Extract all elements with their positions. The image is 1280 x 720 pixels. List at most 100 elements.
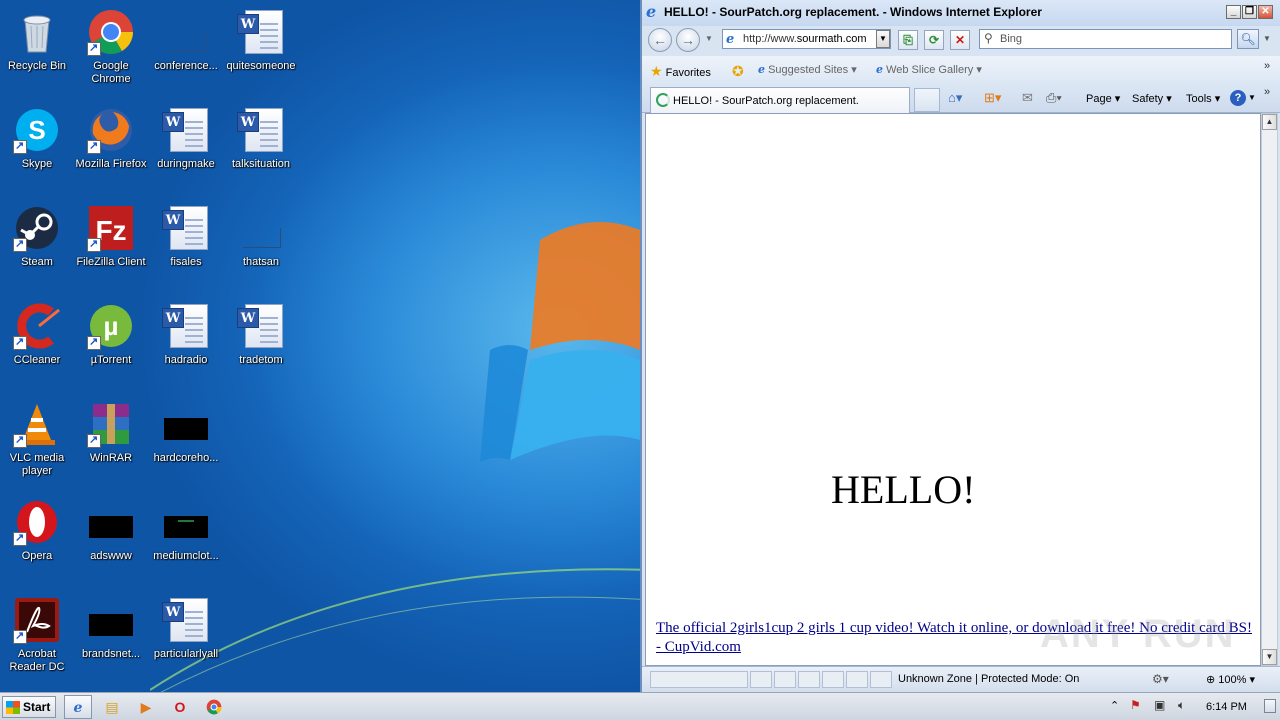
desktop-icon-google-chrome[interactable]: Google Chrome <box>74 2 148 98</box>
protected-mode-icon[interactable]: ⚙▾ <box>1152 672 1169 686</box>
page-heading: HELLO! <box>831 467 976 512</box>
stop-icon[interactable]: ✕ <box>950 30 970 50</box>
mail-icon[interactable]: ✉ <box>1022 90 1033 106</box>
action-center-icon[interactable]: ⚑ <box>1130 698 1141 712</box>
desktop-icon-thatsan[interactable]: thatsan <box>224 198 298 294</box>
help-dropdown-icon[interactable]: ▼ <box>1248 93 1256 102</box>
desktop-icon-label: µTorrent <box>90 354 132 366</box>
chrome-icon <box>87 8 135 56</box>
restore-button[interactable]: ❐ <box>1242 5 1257 19</box>
recycle-bin-icon <box>13 8 61 56</box>
minimize-button[interactable]: _ <box>1226 5 1241 19</box>
search-options-dropdown-icon[interactable]: ▼ <box>1263 34 1271 43</box>
shortcut-arrow-icon <box>87 335 101 350</box>
desktop-icon-hadradio[interactable]: W hadradio <box>149 296 223 392</box>
taskbar-chrome-icon[interactable] <box>200 695 228 719</box>
status-segment <box>750 671 772 688</box>
desktop-icon-filezilla[interactable]: Fz FileZilla Client <box>74 198 148 294</box>
forward-button[interactable]: → <box>676 28 700 52</box>
filezilla-icon: Fz <box>87 204 135 252</box>
favorites-button[interactable]: ★ Favorites <box>650 63 711 80</box>
security-zone-label: Unknown Zone | Protected Mode: On <box>898 673 1080 685</box>
network-icon[interactable]: ▣ <box>1154 698 1165 712</box>
new-tab-button[interactable] <box>914 88 940 112</box>
print-icon[interactable]: ⎙▾ <box>1046 90 1062 106</box>
scroll-down-button[interactable]: ▼ <box>1262 649 1277 665</box>
desktop-icon-label: WinRAR <box>89 452 133 464</box>
volume-icon[interactable]: 🔈︎ <box>1178 698 1185 713</box>
search-button[interactable]: 🔍︎ <box>1237 29 1259 49</box>
favorites-star-icon: ★ <box>650 63 663 79</box>
show-desktop-button[interactable] <box>1264 699 1276 713</box>
desktop-icon-steam[interactable]: Steam <box>0 198 74 294</box>
zoom-level[interactable]: ⊕ 100% ▾ <box>1206 673 1255 686</box>
shortcut-arrow-icon <box>13 139 27 154</box>
suggested-sites-link[interactable]: e Suggested Sites ▾ <box>758 63 857 76</box>
desktop-icon-firefox[interactable]: Mozilla Firefox <box>74 100 148 196</box>
web-slice-gallery-link[interactable]: e Web Slice Gallery ▾ <box>876 63 982 76</box>
desktop-icon-mediumclot[interactable]: mediumclot... <box>149 492 223 588</box>
feeds-icon[interactable]: ⊞▾ <box>984 90 1001 106</box>
desktop-icon-label: mediumclot... <box>153 550 219 562</box>
taskbar-explorer-icon[interactable]: ▤ <box>98 695 126 719</box>
desktop-icon-tradetom[interactable]: W tradetom <box>224 296 298 392</box>
close-button[interactable]: ✕ <box>1258 5 1273 19</box>
chevron-overflow-icon[interactable]: » <box>1264 60 1270 72</box>
word-document-icon: W <box>237 106 285 154</box>
desktop-icon-brandsnet[interactable]: brandsnet... <box>74 590 148 686</box>
recent-pages-dropdown-icon[interactable]: ▼ <box>705 34 713 43</box>
desktop-icon-utorrent[interactable]: µ µTorrent <box>74 296 148 392</box>
word-document-icon: W <box>162 302 210 350</box>
search-placeholder: Bing <box>1000 33 1023 45</box>
status-segment <box>822 671 844 688</box>
help-icon[interactable]: ? <box>1230 90 1246 106</box>
desktop-icon-label: VLC media player <box>9 452 65 477</box>
desktop-icon-label: fisales <box>170 256 202 268</box>
desktop-icon-opera[interactable]: Opera <box>0 492 74 588</box>
home-icon[interactable]: ⌂▾ <box>948 90 962 106</box>
tools-menu[interactable]: Tools ▾ <box>1186 92 1220 105</box>
address-dropdown-button[interactable]: ▼ <box>876 30 890 48</box>
chevron-overflow-icon[interactable]: » <box>1264 86 1270 98</box>
desktop-icon-vlc[interactable]: VLC media player <box>0 394 74 490</box>
desktop-icon-skype[interactable]: S Skype <box>0 100 74 196</box>
desktop-icon-particularlyall[interactable]: W particularlyall <box>149 590 223 686</box>
back-button[interactable]: ← <box>648 28 672 52</box>
desktop-icon-conference[interactable]: conference... <box>149 2 223 98</box>
desktop-icon-label: Recycle Bin <box>7 60 67 72</box>
winrar-icon <box>87 400 135 448</box>
ie-logo-icon: e <box>646 2 657 21</box>
refresh-icon[interactable]: ⟳ <box>924 30 944 50</box>
desktop-icon-hardcoreho[interactable]: hardcoreho... <box>149 394 223 490</box>
page-menu[interactable]: Page ▾ <box>1086 92 1120 105</box>
desktop-icon-acrobat[interactable]: Acrobat Reader DC <box>0 590 74 686</box>
desktop-icon-fisales[interactable]: W fisales <box>149 198 223 294</box>
desktop-icon-quitesomeone[interactable]: W quitesomeone <box>224 2 298 98</box>
desktop-icon-duringmake[interactable]: W duringmake <box>149 100 223 196</box>
window-title-bar[interactable]: e HELLO! - SourPatch.org replacement. - … <box>642 0 1280 26</box>
add-to-favorites-bar-icon[interactable]: ✪ <box>732 63 744 80</box>
search-icon: ⚲ <box>984 31 993 45</box>
clock[interactable]: 6:14 PM <box>1206 701 1247 713</box>
desktop-icon-winrar[interactable]: WinRAR <box>74 394 148 490</box>
scroll-up-button[interactable]: ▲ <box>1262 114 1277 130</box>
address-input[interactable]: e http://www.sourmath.com <box>722 29 891 49</box>
start-button[interactable]: Start <box>2 696 56 718</box>
search-input[interactable]: ⚲ Bing <box>979 29 1232 49</box>
address-prefix: http://www. <box>743 33 797 45</box>
safety-menu[interactable]: Safety ▾ <box>1132 92 1172 105</box>
tab-active[interactable]: HELLO! - SourPatch.org replacement. <box>650 87 910 113</box>
compatibility-view-icon[interactable]: ⎘ <box>898 30 918 50</box>
desktop-icon-talksituation[interactable]: W talksituation <box>224 100 298 196</box>
taskbar-ie-icon[interactable]: e <box>64 695 92 719</box>
desktop-icon-ccleaner[interactable]: CCleaner <box>0 296 74 392</box>
opera-icon <box>13 498 61 546</box>
taskbar-opera-icon[interactable]: O <box>166 695 194 719</box>
taskbar-media-player-icon[interactable]: ▶ <box>132 695 160 719</box>
desktop-icon-recycle-bin[interactable]: Recycle Bin <box>0 2 74 98</box>
loading-spinner-icon <box>656 93 670 107</box>
desktop-icon-adswww[interactable]: adswww <box>74 492 148 588</box>
show-hidden-icons-icon[interactable]: ⌃ <box>1110 699 1119 712</box>
skype-icon: S <box>13 106 61 154</box>
vertical-scrollbar[interactable]: ▲ ▼ <box>1261 113 1278 666</box>
